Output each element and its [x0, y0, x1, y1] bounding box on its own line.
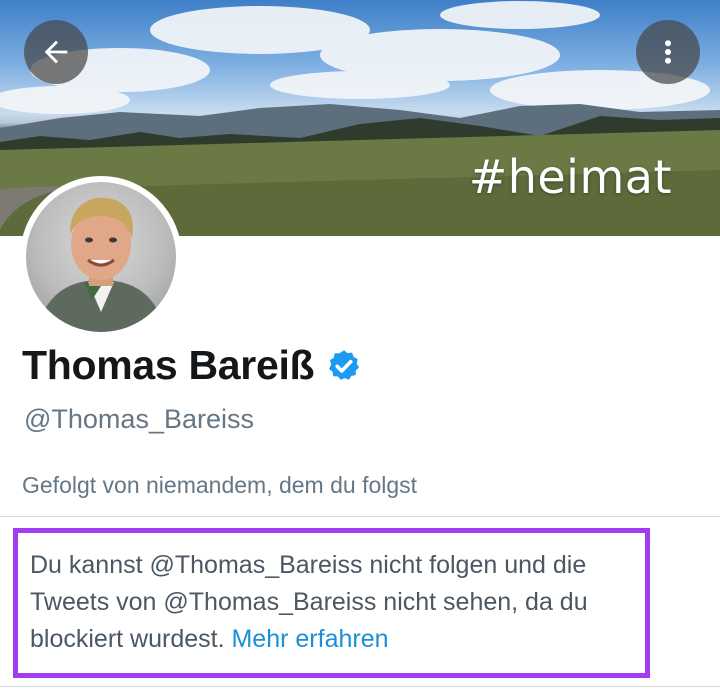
blocked-notice: Du kannst @Thomas_Bareiss nicht folgen u… [30, 547, 646, 658]
profile-handle: @Thomas_Bareiss [24, 404, 254, 434]
profile-name-row: Thomas Bareiß [22, 342, 362, 389]
blocked-notice-box: Du kannst @Thomas_Bareiss nicht folgen u… [13, 528, 650, 678]
verified-badge-icon [329, 349, 360, 380]
avatar-portrait-image [36, 197, 166, 332]
followed-by-text: Gefolgt von niemandem, dem du folgst [22, 472, 418, 498]
more-options-button[interactable] [636, 20, 700, 84]
section-divider [0, 516, 720, 517]
arrow-left-icon [44, 40, 68, 64]
back-button[interactable] [24, 20, 88, 84]
vertical-dots-icon [665, 40, 671, 64]
bottom-divider [0, 686, 720, 687]
learn-more-link[interactable]: Mehr erfahren [231, 625, 388, 653]
profile-display-name: Thomas Bareiß [22, 342, 315, 388]
profile-avatar[interactable] [20, 176, 182, 338]
banner-hashtag-text: #heimat [468, 150, 672, 204]
